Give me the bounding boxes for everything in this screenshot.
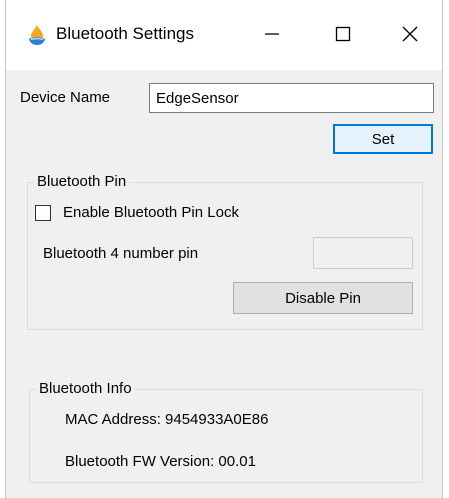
title-bar[interactable]: Bluetooth Settings bbox=[6, 0, 442, 70]
app-icon bbox=[29, 25, 45, 45]
close-button[interactable] bbox=[388, 14, 432, 54]
pin-input[interactable] bbox=[313, 237, 413, 269]
set-button-label: Set bbox=[371, 130, 395, 148]
device-name-input[interactable] bbox=[149, 83, 434, 113]
maximize-button[interactable] bbox=[321, 14, 365, 54]
enable-pin-lock-label[interactable]: Enable Bluetooth Pin Lock bbox=[63, 203, 239, 223]
mac-address-label: MAC Address: 9454933A0E86 bbox=[65, 411, 269, 428]
device-name-label: Device Name bbox=[20, 89, 111, 106]
bluetooth-settings-window: Bluetooth Settings Device Name Set Bluet… bbox=[5, 0, 443, 498]
disable-pin-button[interactable]: Disable Pin bbox=[233, 282, 413, 314]
enable-pin-lock-checkbox[interactable] bbox=[35, 205, 51, 221]
close-icon bbox=[402, 26, 418, 42]
minimize-button[interactable] bbox=[250, 14, 294, 54]
window-title: Bluetooth Settings bbox=[56, 24, 194, 43]
pin-label: Bluetooth 4 number pin bbox=[43, 245, 199, 262]
bluetooth-pin-group-title: Bluetooth Pin bbox=[34, 173, 130, 191]
bluetooth-info-group-title: Bluetooth Info bbox=[36, 380, 135, 398]
maximize-icon bbox=[335, 26, 351, 42]
fw-version-label: Bluetooth FW Version: 00.01 bbox=[65, 453, 256, 470]
disable-pin-button-label: Disable Pin bbox=[285, 289, 361, 307]
minimize-icon bbox=[265, 33, 279, 35]
set-button[interactable]: Set bbox=[333, 124, 433, 154]
